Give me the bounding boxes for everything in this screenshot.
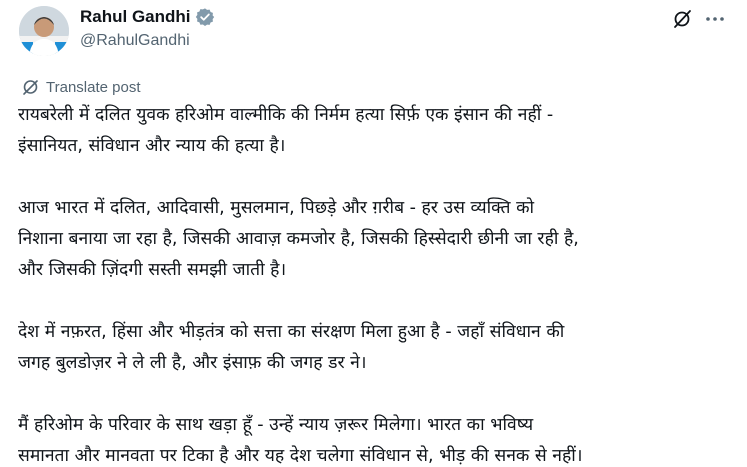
grok-icon[interactable]: [672, 8, 694, 30]
avatar[interactable]: [19, 6, 69, 56]
post-line: आज भारत में दलित, आदिवासी, मुसलमान, पिछड…: [18, 198, 535, 218]
author-name-row: Rahul Gandhi: [80, 6, 215, 28]
avatar-photo: [19, 6, 69, 56]
author-display-name[interactable]: Rahul Gandhi: [80, 7, 191, 27]
post-paragraph: आज भारत में दलित, आदिवासी, मुसलमान, पिछड…: [18, 193, 743, 286]
translate-post-link[interactable]: Translate post: [22, 78, 141, 96]
post-line: इंसानियत, संविधान और न्याय की हत्या है।: [18, 136, 286, 156]
translate-icon: [22, 78, 40, 96]
post-line: निशाना बनाया जा रहा है, जिसकी आवाज़ कमजो…: [18, 229, 579, 249]
post-header: Rahul Gandhi @RahulGandhi: [0, 0, 747, 70]
translate-label: Translate post: [46, 78, 141, 96]
post-line: समानता और मानवता पर टिका है और यह देश चल…: [18, 446, 583, 466]
more-icon[interactable]: [704, 8, 726, 30]
post-line: रायबरेली में दलित युवक हरिओम वाल्मीकि की…: [18, 105, 554, 125]
post-line: मैं हरिओम के परिवार के साथ खड़ा हूँ - उन…: [18, 415, 534, 435]
post-line: जगह बुलडोज़र ने ले ली है, और इंसाफ़ की ज…: [18, 353, 367, 373]
post-line: और जिसकी ज़िंदगी सस्ती समझी जाती है।: [18, 260, 287, 280]
post-text: रायबरेली में दलित युवक हरिओम वाल्मीकि की…: [18, 100, 743, 467]
author-handle[interactable]: @RahulGandhi: [80, 32, 190, 50]
verified-badge-icon: [195, 7, 215, 27]
post-paragraph: रायबरेली में दलित युवक हरिओम वाल्मीकि की…: [18, 100, 743, 162]
post-paragraph: मैं हरिओम के परिवार के साथ खड़ा हूँ - उन…: [18, 410, 743, 467]
post-paragraph: देश में नफ़रत, हिंसा और भीड़तंत्र को सत्…: [18, 317, 743, 379]
post-line: देश में नफ़रत, हिंसा और भीड़तंत्र को सत्…: [18, 322, 565, 342]
